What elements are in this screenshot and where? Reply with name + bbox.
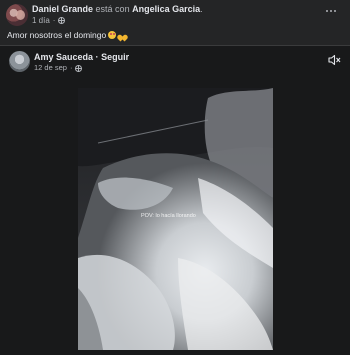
period-text: . [200, 4, 203, 14]
globe-icon [75, 64, 83, 72]
post-text: Amor nosotros el domingo [7, 29, 126, 41]
post-author-line: Daniel Grande está con Angelica Garcia. [32, 3, 203, 15]
yellow-heart-icon [118, 32, 126, 39]
shared-author-line: Amy Sauceda · Seguir [34, 51, 129, 63]
tagged-user-link[interactable]: Angelica Garcia [132, 4, 200, 14]
more-options-button[interactable] [324, 5, 338, 17]
shared-separator: · [95, 52, 99, 62]
smiling-face-with-heart-eyes-icon [108, 31, 117, 39]
video-player[interactable]: POV: lo hacía llorando [78, 88, 273, 350]
post-header: Daniel Grande está con Angelica Garcia. … [0, 0, 350, 30]
video-caption-overlay: POV: lo hacía llorando [141, 213, 196, 219]
shared-date-link[interactable]: 12 de sep [34, 63, 67, 73]
shared-date-separator: · [69, 63, 73, 72]
follow-button[interactable]: Seguir [101, 52, 129, 62]
video-frame [78, 88, 273, 350]
post-meta: 1 día · [32, 15, 66, 26]
volume-muted-icon [328, 54, 341, 66]
post-time-link[interactable]: 1 día [32, 15, 50, 26]
more-horizontal-icon [325, 9, 328, 13]
shared-author-name-link[interactable]: Amy Sauceda [34, 52, 93, 62]
globe-icon [58, 17, 66, 24]
meta-separator: · [52, 16, 56, 25]
post-caption: Amor nosotros el domingo [7, 30, 107, 40]
with-text: está con [95, 4, 130, 14]
author-name-link[interactable]: Daniel Grande [32, 4, 93, 14]
mute-button[interactable] [328, 53, 341, 66]
author-avatar[interactable] [6, 4, 28, 26]
shared-author-avatar[interactable] [9, 51, 30, 72]
shared-meta: 12 de sep · [34, 63, 83, 73]
